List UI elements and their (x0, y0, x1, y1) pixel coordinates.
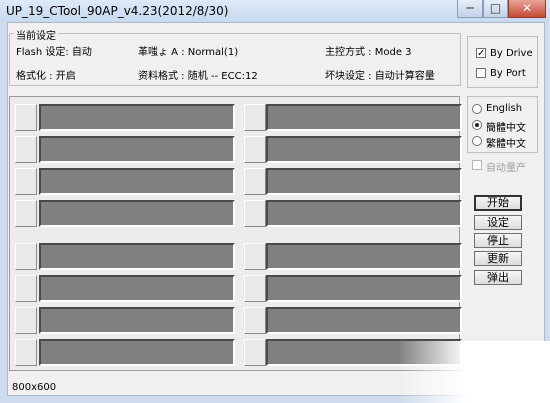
port-select-button[interactable] (15, 136, 37, 163)
data-format-text: 资料格式 : 随机 -- ECC:12 (138, 71, 258, 82)
window-title: UP_19_CTool_90AP_v4.23(2012/8/30) (6, 4, 229, 18)
port-progress-bar (266, 275, 462, 302)
detect-mode-group (467, 36, 538, 88)
close-button[interactable]: ✕ (508, 0, 546, 18)
flash-setting-text: Flash 设定: 自动 (16, 47, 92, 58)
port-select-button[interactable] (15, 275, 37, 302)
port-select-button[interactable] (15, 168, 37, 195)
port-progress-bar (266, 104, 462, 131)
stop-button[interactable]: 停止 (474, 233, 522, 248)
port-select-button[interactable] (244, 275, 266, 302)
title-bar: UP_19_CTool_90AP_v4.23(2012/8/30) ─ □ ✕ (0, 0, 550, 22)
controller-mode-text: 主控方式 : Mode 3 (325, 47, 412, 58)
port-select-button[interactable] (15, 339, 37, 366)
bad-block-text: 坏块设定 : 自动计算容量 (325, 71, 435, 82)
port-progress-bar (39, 275, 235, 302)
refresh-button[interactable]: 更新 (474, 251, 522, 266)
simplified-chinese-radio[interactable] (472, 120, 482, 130)
port-progress-bar (39, 168, 235, 195)
port-progress-bar (266, 243, 462, 270)
port-progress-bar (39, 136, 235, 163)
by-drive-checkbox[interactable]: ✓ (476, 48, 486, 59)
chip-text: 革嗤ょ A : Normal(1) (138, 47, 239, 58)
resolution-label: 800x600 (12, 382, 57, 393)
traditional-chinese-label: 繁體中文 (486, 139, 526, 150)
simplified-chinese-label: 簡體中文 (486, 123, 526, 134)
by-port-label: By Port (490, 68, 526, 79)
port-select-button[interactable] (244, 243, 266, 270)
format-text: 格式化 : 开启 (16, 71, 76, 82)
eject-button[interactable]: 弹出 (474, 270, 522, 285)
port-select-button[interactable] (244, 168, 266, 195)
port-progress-bar (39, 243, 235, 270)
auto-mass-production-label: 自动量产 (486, 163, 526, 174)
port-select-button[interactable] (244, 200, 266, 227)
check-icon: ✓ (477, 48, 486, 59)
maximize-button[interactable]: □ (483, 0, 508, 18)
port-progress-bar (39, 104, 235, 131)
port-progress-bar (266, 136, 462, 163)
port-progress-bar (266, 168, 462, 195)
by-port-checkbox[interactable] (476, 68, 486, 78)
port-select-button[interactable] (15, 243, 37, 270)
port-select-button[interactable] (244, 104, 266, 131)
traditional-chinese-radio[interactable] (472, 136, 482, 146)
port-progress-bar (39, 307, 235, 334)
port-select-button[interactable] (15, 104, 37, 131)
english-radio[interactable] (472, 104, 482, 114)
auto-mass-production-checkbox[interactable] (472, 160, 482, 170)
port-select-button[interactable] (244, 307, 266, 334)
port-select-button[interactable] (244, 136, 266, 163)
minimize-button[interactable]: ─ (457, 0, 483, 18)
port-progress-bar (266, 307, 462, 334)
settings-button[interactable]: 设定 (474, 215, 522, 230)
port-select-button[interactable] (244, 339, 266, 366)
port-progress-bar (266, 200, 462, 227)
by-drive-label: By Drive (490, 48, 533, 59)
port-progress-bar (39, 339, 235, 366)
close-icon: ✕ (521, 1, 533, 15)
port-select-button[interactable] (15, 307, 37, 334)
maximize-icon: □ (489, 1, 502, 15)
blank-area (398, 341, 550, 403)
current-settings-legend: 当前设定 (14, 27, 58, 42)
port-select-button[interactable] (15, 200, 37, 227)
minimize-icon: ─ (466, 1, 474, 15)
start-button[interactable]: 开始 (474, 195, 522, 211)
english-label: English (486, 103, 523, 114)
port-progress-bar (39, 200, 235, 227)
